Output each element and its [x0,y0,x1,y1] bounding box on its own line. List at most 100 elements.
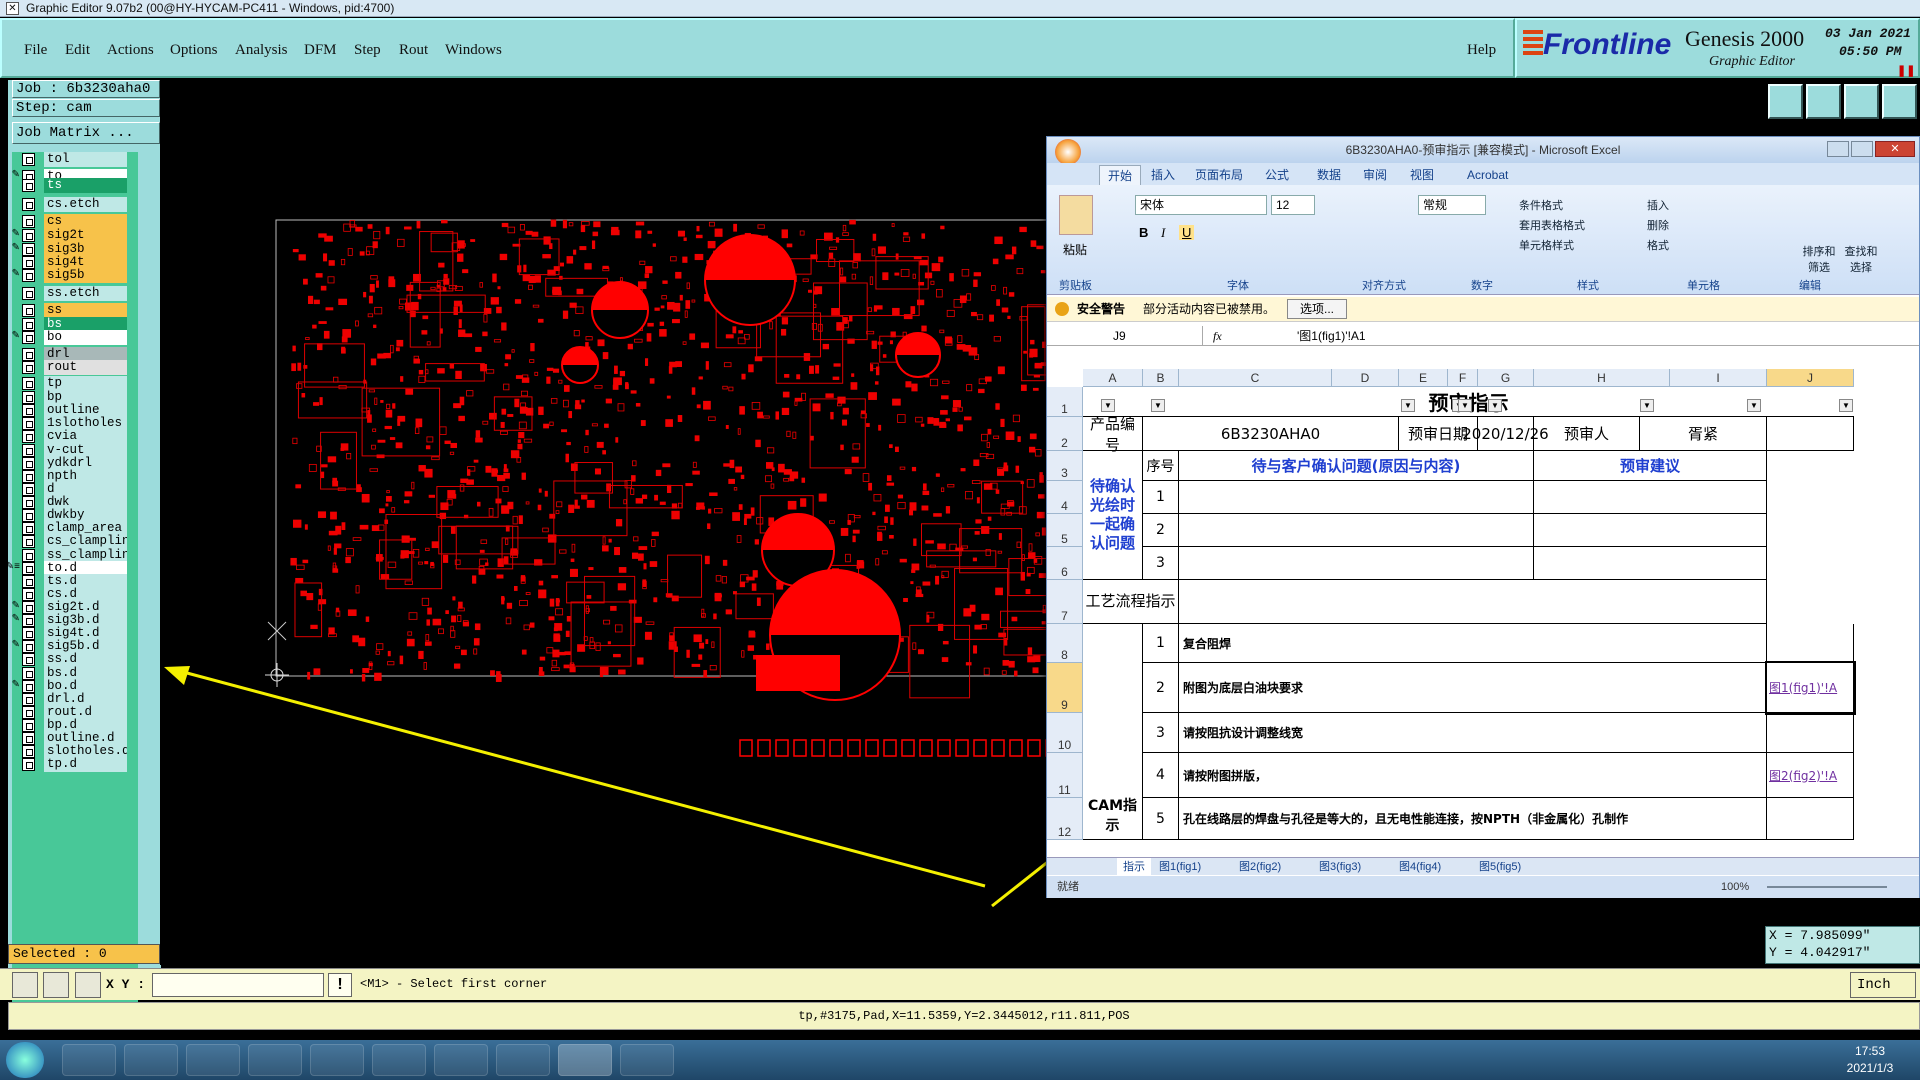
instruction-number[interactable]: 4 [1143,753,1179,798]
taskbar-excel-icon[interactable] [558,1044,612,1076]
table-format-button[interactable]: 套用表格格式 [1519,217,1585,233]
underline-button[interactable]: U [1179,225,1195,240]
name-box[interactable]: J9 [1053,326,1203,345]
layer-checkbox[interactable] [22,229,35,242]
layer-name[interactable]: ss.d [44,652,127,667]
advice-cell[interactable] [1534,481,1767,514]
instruction-link[interactable]: 图1(fig1)'!A [1765,661,1856,715]
seq-number[interactable]: 3 [1143,547,1179,580]
number-format-select[interactable]: 常规 [1418,195,1486,215]
row-header[interactable]: 2 [1047,417,1083,451]
taskbar-cam-icon[interactable] [620,1044,674,1076]
layer-checkbox[interactable] [22,404,35,417]
sheet-tab[interactable]: 指示 [1117,858,1151,876]
layer-checkbox[interactable] [22,444,35,457]
row-header[interactable]: 1 [1047,387,1083,417]
layer-name[interactable]: ss.etch [44,286,127,301]
menu-options[interactable]: Options [170,42,218,59]
layer-name[interactable]: tp.d [44,757,127,772]
menu-file[interactable]: File [24,42,47,59]
column-header[interactable]: E [1399,369,1448,387]
seq-number[interactable]: 1 [1143,481,1179,514]
layer-name[interactable]: ss [44,303,127,318]
sheet-tab[interactable]: 图2(fig2) [1233,858,1287,876]
cell-style-button[interactable]: 单元格样式 [1519,237,1574,253]
layer-checkbox[interactable] [22,640,35,653]
label-product-no[interactable]: 产品编号 [1083,415,1143,454]
row-header[interactable]: 9 [1047,663,1083,713]
conditional-format-button[interactable]: 条件格式 [1519,197,1563,213]
layer-name[interactable]: bo [44,330,127,345]
layer-checkbox[interactable] [22,483,35,496]
start-button-icon[interactable] [6,1042,44,1078]
empty-cell[interactable] [1767,417,1854,451]
row-header[interactable]: 5 [1047,514,1083,547]
instruction-text[interactable]: 附图为底层白油块要求 [1179,663,1767,713]
layer-checkbox[interactable] [22,614,35,627]
filter-dropdown-icon[interactable]: ▼ [1640,399,1654,412]
layer-checkbox[interactable] [22,575,35,588]
menu-help[interactable]: Help [1467,42,1496,59]
label-seq[interactable]: 序号 [1143,451,1179,481]
taskbar-genesis-icon[interactable] [434,1044,488,1076]
menu-windows[interactable]: Windows [445,42,502,59]
job-matrix-button[interactable]: Job Matrix ... [12,122,160,144]
advice-cell[interactable] [1534,547,1767,580]
issue-cell[interactable] [1179,514,1534,547]
layer-checkbox[interactable] [22,243,35,256]
instruction-number[interactable]: 1 [1143,624,1179,663]
worksheet-grid[interactable]: ABCDEFGHIJ123456789101112预审指示▼▼▼▼▼▼▼▼▼产品… [1047,369,1907,861]
taskbar-x-app-icon[interactable] [496,1044,550,1076]
layer-checkbox[interactable] [22,653,35,666]
ribbon-tab[interactable]: 公式 [1257,165,1297,185]
taskbar-app-icon[interactable] [248,1044,302,1076]
toolbox-save-icon[interactable] [1768,84,1803,119]
layer-checkbox[interactable] [22,179,35,192]
row-header[interactable]: 8 [1047,624,1083,663]
paste-icon[interactable] [1059,195,1093,235]
menu-step[interactable]: Step [354,42,381,59]
layer-checkbox[interactable] [22,348,35,361]
seq-number[interactable]: 2 [1143,514,1179,547]
column-header[interactable]: H [1534,369,1670,387]
font-name-select[interactable]: 宋体 [1135,195,1267,215]
column-header[interactable]: I [1670,369,1767,387]
alert-icon[interactable]: ! [328,973,352,997]
layer-checkbox[interactable] [22,391,35,404]
zoom-slider[interactable] [1767,886,1887,888]
select-tool-icon[interactable] [12,972,38,998]
layer-name[interactable]: cs.etch [44,197,127,212]
taskbar-save-icon[interactable] [372,1044,426,1076]
instruction-number[interactable]: 5 [1143,798,1179,840]
formula-input[interactable]: '图1(fig1)'!A1 [1297,326,1366,346]
office-button-icon[interactable] [1055,139,1081,165]
ribbon-tab[interactable]: Acrobat [1459,165,1516,185]
filter-dropdown-icon[interactable]: ▼ [1101,399,1115,412]
toolbox-open-icon[interactable] [1806,84,1841,119]
instruction-text[interactable]: 请按阻抗设计调整线宽 [1179,713,1767,753]
layer-checkbox[interactable] [22,758,35,771]
layer-checkbox[interactable] [22,430,35,443]
layer-name[interactable]: cs_clampline [44,534,127,549]
bold-button[interactable]: B [1139,225,1148,240]
label-advice[interactable]: 预审建议 [1534,451,1767,481]
taskbar-red-app-icon[interactable] [310,1044,364,1076]
layer-name[interactable]: tp [44,376,127,391]
layer-checkbox[interactable] [22,153,35,166]
ribbon-tab[interactable]: 页面布局 [1187,165,1251,185]
layer-checkbox[interactable] [22,287,35,300]
layer-checkbox[interactable] [22,535,35,548]
row-header[interactable]: 10 [1047,713,1083,753]
ribbon-tab[interactable]: 数据 [1309,165,1349,185]
taskbar-notepad-icon[interactable] [124,1044,178,1076]
delete-cells-button[interactable]: 删除 [1647,217,1669,233]
menu-analysis[interactable]: Analysis [235,42,288,59]
layer-checkbox[interactable] [22,377,35,390]
layer-checkbox[interactable] [22,361,35,374]
layer-checkbox[interactable] [22,215,35,228]
instruction-text[interactable]: 复合阻焊 [1179,624,1767,663]
layer-checkbox[interactable] [22,457,35,470]
sheet-tab[interactable]: 图4(fig4) [1393,858,1447,876]
layer-checkbox[interactable] [22,706,35,719]
label-process-instructions[interactable]: 工艺流程指示 [1083,580,1179,624]
